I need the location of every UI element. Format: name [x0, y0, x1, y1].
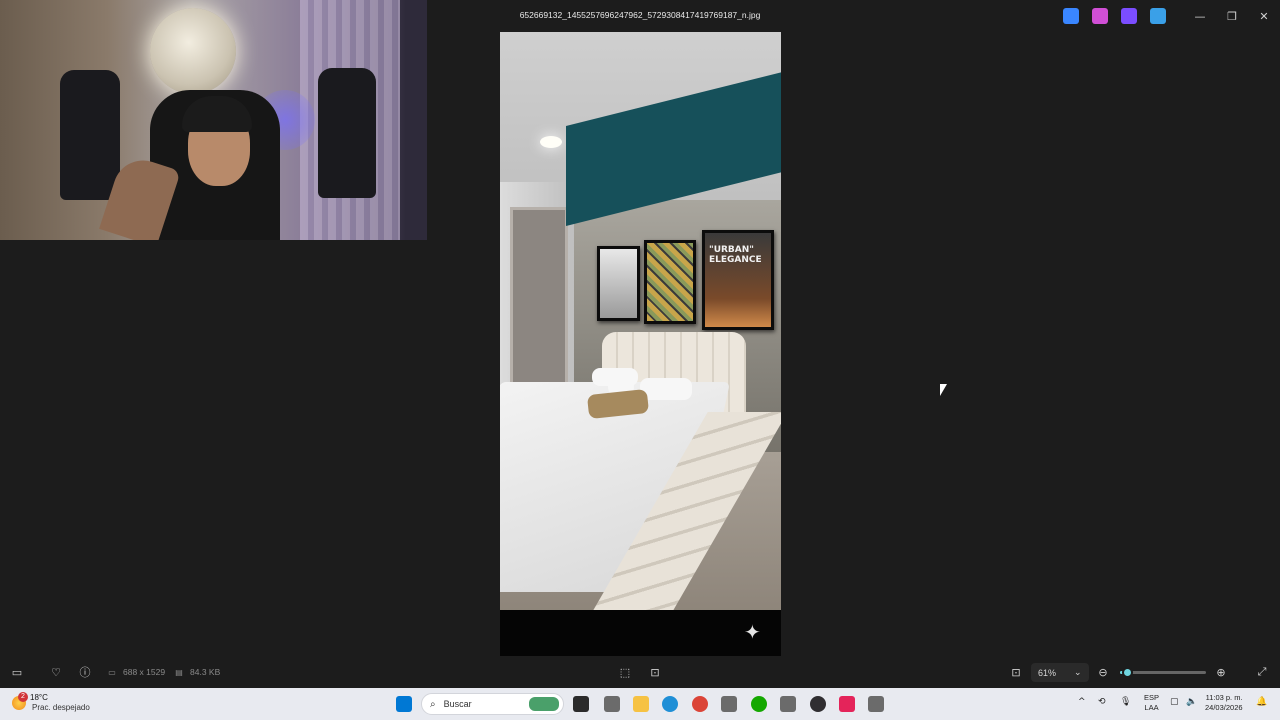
weather-description: Prac. despejado [32, 703, 90, 712]
clock-time: 11:03 p. m. [1205, 693, 1243, 702]
search-icon: ⌕ [430, 698, 436, 710]
zoom-out-icon[interactable]: ⊖ [1096, 665, 1110, 679]
weather-badge: 2 [18, 692, 28, 702]
weather-temp: 18°C [30, 693, 48, 702]
start-icon[interactable] [396, 696, 412, 712]
weather-sun-icon: 2 [12, 692, 28, 710]
photos-edit-icon[interactable] [1063, 8, 1079, 24]
image-dimensions: 688 x 1529 [123, 667, 166, 677]
file-size: 84.3 KB [190, 667, 221, 677]
webcam-chair-left [60, 70, 120, 200]
mouse-cursor [940, 384, 947, 396]
photo-bottom-band [500, 610, 781, 656]
window-controls: — ❐ ✕ [1184, 6, 1280, 26]
chevron-down-icon: ⌄ [1074, 667, 1082, 677]
volume-icon[interactable]: 🔈 [1186, 697, 1197, 707]
designer-icon[interactable] [1092, 8, 1108, 24]
taskbar-clock[interactable]: 11:03 p. m. 24/03/2026 [1205, 693, 1243, 713]
search-placeholder: Buscar [443, 699, 472, 709]
photo-door [510, 207, 568, 407]
actual-size-icon[interactable]: ⊡ [1009, 665, 1023, 679]
zoom-value: 61% [1038, 667, 1057, 678]
obs-icon[interactable] [810, 696, 826, 712]
photo-poster-urban: "URBAN" ELEGANCE [702, 230, 774, 330]
favorite-icon[interactable]: ♡ [49, 665, 63, 679]
photo-pillow-right [640, 378, 692, 400]
photo-poster-map [644, 240, 696, 324]
upwork-icon[interactable] [751, 696, 767, 712]
photo-ceiling-light [540, 136, 562, 148]
rotate-icon[interactable]: ⬚ [618, 665, 632, 679]
webcam-moon-lamp [150, 8, 236, 94]
app-gray-3-icon[interactable] [780, 696, 796, 712]
zoom-dropdown[interactable]: 61% ⌄ [1031, 663, 1089, 682]
widgets-icon[interactable] [529, 697, 559, 711]
app-gray-1-icon[interactable] [604, 696, 620, 712]
webcam-overlay [0, 0, 427, 240]
minimize-button[interactable]: — [1184, 6, 1216, 26]
file-explorer-icon[interactable] [633, 696, 649, 712]
task-view-icon[interactable] [573, 696, 589, 712]
chrome-icon[interactable] [692, 696, 708, 712]
poster-text: "URBAN" ELEGANCE [709, 245, 762, 265]
taskbar-search[interactable]: ⌕ Buscar [421, 693, 564, 715]
fullscreen-icon[interactable]: ⤢ [1255, 665, 1269, 679]
image-icon: ▭ [108, 667, 116, 677]
app-gray-2-icon[interactable] [721, 696, 737, 712]
photo-viewer-image[interactable]: "URBAN" ELEGANCE ✦ [500, 32, 781, 656]
weather-widget[interactable]: 2 18°C Prac. despejado [12, 692, 90, 713]
zoom-slider[interactable] [1120, 667, 1206, 678]
clipchamp-icon[interactable] [1121, 8, 1137, 24]
language-code: ESP [1144, 693, 1160, 702]
microphone-icon[interactable]: 🎙 [1120, 697, 1131, 707]
language-indicator[interactable]: ESP LAA [1144, 693, 1159, 713]
tray-chevron-icon[interactable]: ^ [1078, 697, 1086, 707]
clock-date: 24/03/2026 [1205, 703, 1243, 712]
windows-taskbar: 2 18°C Prac. despejado ⌕ Buscar ^ ⟲ 🎙 ES… [0, 688, 1280, 720]
file-size-icon: ▤ [175, 667, 183, 677]
sparkle-icon: ✦ [744, 620, 761, 644]
zoom-in-icon[interactable]: ⊕ [1214, 665, 1228, 679]
display-icon[interactable]: ▢ [1170, 697, 1179, 707]
edge-icon[interactable] [662, 696, 678, 712]
zoom-slider-thumb[interactable] [1121, 667, 1133, 678]
viewer-toolbar: ▭ ♡ ⓘ ▭ 688 x 1529 ▤ 84.3 KB ⬚ ⊡ ⊡ 61% ⌄… [0, 656, 1280, 688]
photo-poster-statue [597, 246, 640, 321]
tiktok-icon[interactable] [839, 696, 855, 712]
language-layout: LAA [1144, 703, 1159, 712]
crop-icon[interactable]: ⊡ [648, 665, 662, 679]
app-gray-4-icon[interactable] [868, 696, 884, 712]
notifications-icon[interactable]: 🔔 [1256, 697, 1267, 707]
filmstrip-icon[interactable]: ▭ [10, 665, 24, 679]
title-bar-apps [1063, 8, 1166, 24]
onedrive-off-icon[interactable] [1150, 8, 1166, 24]
webcam-chair-right [318, 68, 376, 198]
weather-text: 18°C Prac. despejado [30, 693, 90, 713]
maximize-button[interactable]: ❐ [1216, 6, 1248, 26]
info-icon[interactable]: ⓘ [78, 665, 92, 679]
sync-icon[interactable]: ⟲ [1098, 697, 1106, 707]
close-button[interactable]: ✕ [1248, 6, 1280, 26]
photos-app-window: 652669132_1455257696247962_5729308417419… [0, 0, 1280, 720]
